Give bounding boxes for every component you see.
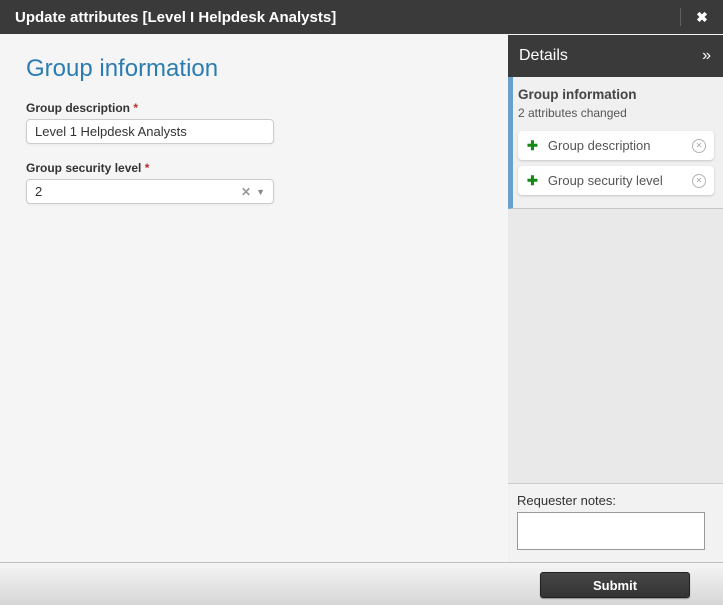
requester-notes-input[interactable] [517,512,705,550]
added-plus-icon: ✚ [527,172,538,188]
changed-attribute-item: ✚ Group description ✕ [518,131,714,160]
required-asterisk: * [144,161,150,175]
requester-notes-label: Requester notes: [517,493,617,508]
changed-attribute-label: Group description [547,138,651,153]
group-description-input[interactable] [26,119,274,144]
update-attributes-dialog: Update attributes [Level I Helpdesk Anal… [0,0,723,605]
details-panel-title: Details [519,47,568,64]
changed-attribute-label: Group security level [547,173,663,188]
required-asterisk: * [133,101,139,115]
group-description-label: Group description * [26,101,139,115]
group-security-level-field-group: Group security level * 2 ✕ ▼ [26,161,274,204]
details-panel: Details » Group information 2 attributes… [508,35,723,562]
selected-value: 2 [35,184,43,199]
revert-change-icon[interactable]: ✕ [692,173,706,188]
page-title: Group information [26,55,219,82]
revert-change-icon[interactable]: ✕ [692,138,706,153]
submit-button[interactable]: Submit [540,572,690,598]
added-plus-icon: ✚ [527,137,538,153]
details-panel-header: Details » [508,35,723,77]
changed-attribute-item: ✚ Group security level ✕ [518,166,714,195]
dialog-titlebar: Update attributes [Level I Helpdesk Anal… [0,0,723,34]
chevron-down-icon[interactable]: ▼ [256,187,273,197]
changed-attributes-section: Group information 2 attributes changed ✚… [508,77,723,209]
dialog-footer: Submit [0,562,723,605]
group-security-level-select[interactable]: 2 ✕ ▼ [26,179,274,204]
group-description-field-group: Group description * [26,101,274,144]
clear-selection-icon[interactable]: ✕ [236,185,256,199]
close-icon[interactable]: ✖ [681,0,723,34]
collapse-panel-icon[interactable]: » [702,47,723,65]
group-security-level-label: Group security level * [26,161,150,175]
dialog-title: Update attributes [Level I Helpdesk Anal… [15,8,337,26]
requester-notes-section: Requester notes: [508,483,723,562]
details-panel-filler [508,209,723,483]
change-count-text: 2 attributes changed [518,106,627,120]
changes-section-title: Group information [518,87,637,102]
